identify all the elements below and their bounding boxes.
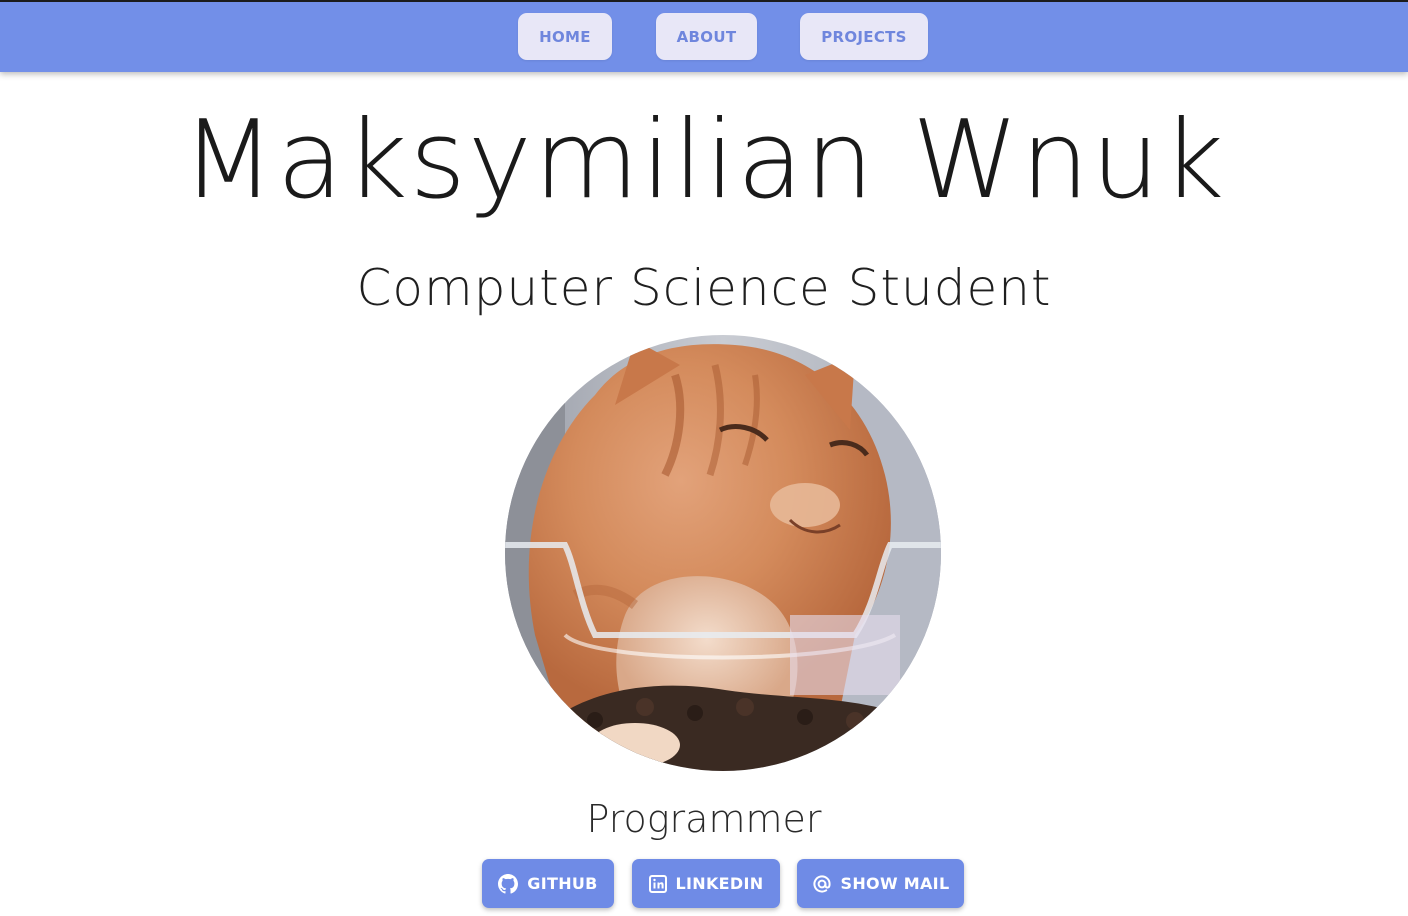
role-text: Programmer	[586, 797, 822, 841]
avatar	[505, 335, 941, 771]
github-label: GITHUB	[527, 874, 598, 893]
page-subtitle: Computer Science Student	[356, 259, 1052, 317]
navbar: HOME ABOUT PROJECTS	[0, 2, 1408, 72]
linkedin-button[interactable]: LINKEDIN	[632, 859, 780, 908]
nav-home-button[interactable]: HOME	[518, 13, 612, 60]
at-sign-icon	[812, 874, 832, 894]
github-button[interactable]: GITHUB	[482, 859, 614, 908]
show-mail-label: SHOW MAIL	[840, 874, 950, 893]
nav-about-button[interactable]: ABOUT	[656, 13, 757, 60]
linkedin-label: LINKEDIN	[675, 874, 764, 893]
github-icon	[498, 873, 519, 894]
linkedin-icon	[648, 874, 667, 893]
show-mail-button[interactable]: SHOW MAIL	[797, 859, 964, 908]
cat-photo	[505, 335, 941, 771]
nav-projects-button[interactable]: PROJECTS	[800, 13, 928, 60]
page-title: Maksymilian Wnuk	[181, 98, 1227, 223]
